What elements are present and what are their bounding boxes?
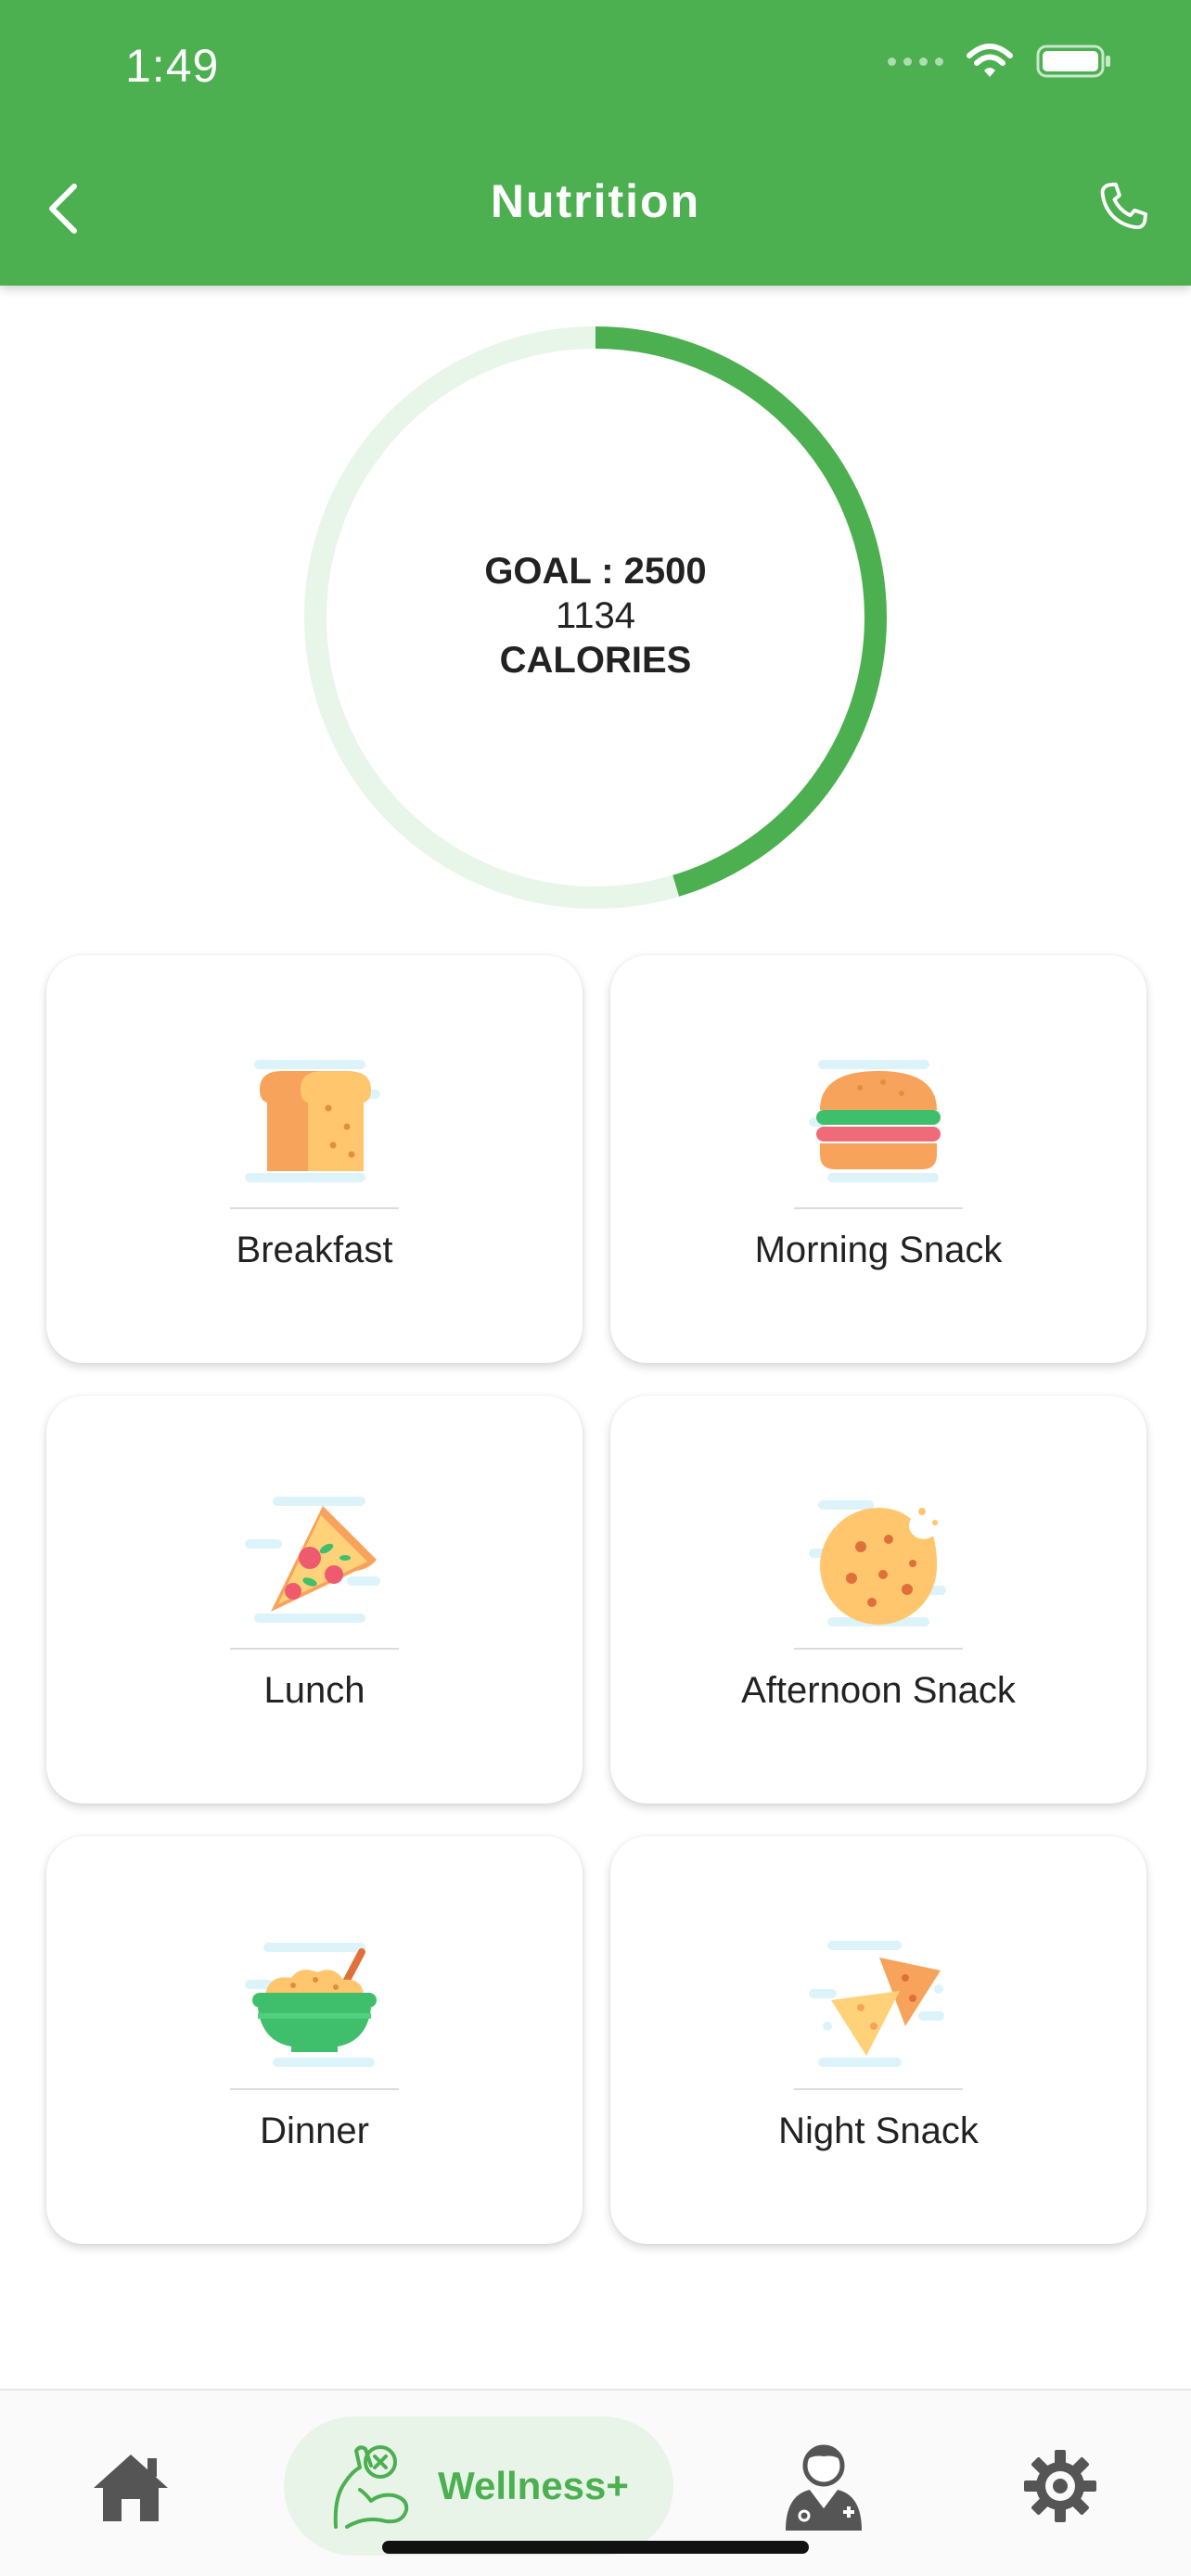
battery-icon bbox=[1036, 45, 1110, 78]
meal-label: Breakfast bbox=[236, 1230, 393, 1270]
cellular-signal-icon bbox=[888, 57, 943, 66]
wifi-icon bbox=[967, 44, 1013, 77]
calorie-unit: CALORIES bbox=[499, 640, 692, 681]
doctor-icon bbox=[786, 2444, 862, 2531]
card-divider bbox=[230, 1207, 399, 1209]
page-title: Nutrition bbox=[490, 175, 701, 227]
meal-card-afternoon-snack[interactable]: Afternoon Snack bbox=[610, 1396, 1146, 1804]
calorie-goal: GOAL : 2500 bbox=[484, 551, 707, 592]
nav-wellness-label: Wellness+ bbox=[438, 2464, 629, 2507]
home-indicator bbox=[382, 2541, 809, 2554]
meal-label: Lunch bbox=[263, 1670, 365, 1711]
nav-settings[interactable] bbox=[1018, 2444, 1102, 2528]
calorie-progress-ring: GOAL : 2500 1134 CALORIES bbox=[304, 326, 887, 909]
meal-card-night-snack[interactable]: Night Snack bbox=[610, 1836, 1146, 2244]
card-divider bbox=[230, 2088, 399, 2090]
meal-label: Night Snack bbox=[778, 2111, 979, 2151]
wellness-arm-icon bbox=[333, 2445, 409, 2529]
pizza-icon bbox=[245, 1497, 380, 1623]
card-divider bbox=[794, 2088, 963, 2090]
meal-card-lunch[interactable]: Lunch bbox=[46, 1396, 583, 1804]
bowl-icon bbox=[245, 1943, 377, 2067]
call-button[interactable] bbox=[1089, 174, 1156, 241]
card-divider bbox=[794, 1648, 963, 1650]
gear-icon bbox=[1024, 2450, 1096, 2522]
nachos-icon bbox=[809, 1941, 944, 2067]
meal-card-dinner[interactable]: Dinner bbox=[46, 1836, 583, 2244]
meal-label: Morning Snack bbox=[754, 1230, 1003, 1270]
home-icon bbox=[94, 2455, 168, 2521]
status-time: 1:49 bbox=[125, 40, 220, 92]
status-icons bbox=[888, 43, 1112, 80]
app-header: 1:49 Nutrition bbox=[0, 0, 1191, 286]
card-divider bbox=[230, 1648, 399, 1650]
nav-wellness[interactable]: Wellness+ bbox=[284, 2417, 673, 2556]
burger-icon bbox=[809, 1060, 941, 1182]
meal-label: Dinner bbox=[260, 2111, 369, 2151]
meal-card-breakfast[interactable]: Breakfast bbox=[46, 955, 583, 1363]
nav-home[interactable] bbox=[89, 2446, 173, 2530]
bread-icon bbox=[245, 1060, 380, 1182]
nav-doctor[interactable] bbox=[777, 2435, 870, 2537]
cookie-icon bbox=[809, 1500, 946, 1626]
meal-label: Afternoon Snack bbox=[741, 1670, 1016, 1711]
calorie-consumed: 1134 bbox=[555, 595, 635, 636]
meal-card-morning-snack[interactable]: Morning Snack bbox=[610, 955, 1146, 1363]
phone-icon bbox=[1100, 182, 1147, 230]
card-divider bbox=[794, 1207, 963, 1209]
